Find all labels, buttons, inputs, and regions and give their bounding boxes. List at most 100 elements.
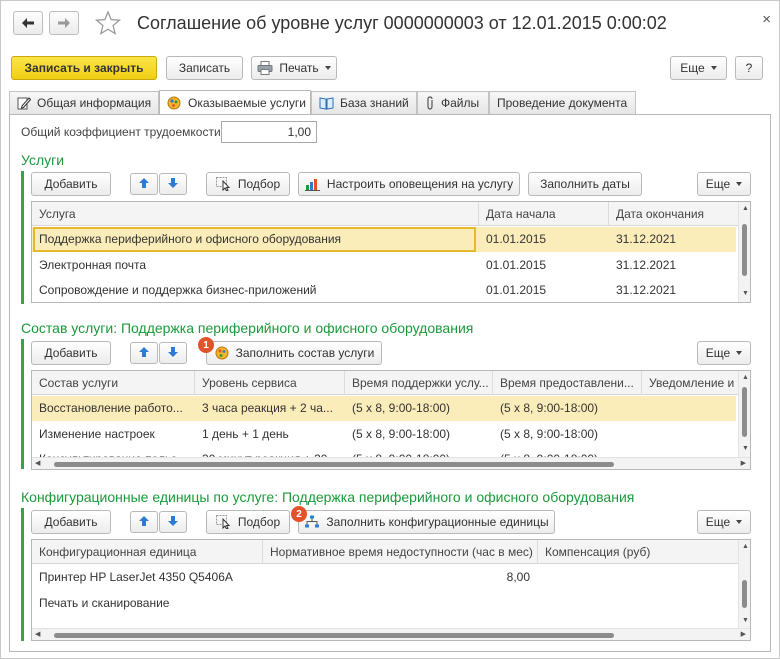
forward-button[interactable] bbox=[49, 11, 79, 35]
column-header[interactable]: Дата окончания bbox=[609, 202, 738, 226]
services-add-button[interactable]: Добавить bbox=[31, 172, 111, 196]
table-cell: Восстановление работо... bbox=[39, 401, 183, 415]
fill-ci-button[interactable]: Заполнить конфигурационные единицы bbox=[298, 510, 555, 534]
table-cell: 01.01.2015 bbox=[486, 283, 547, 297]
horizontal-scrollbar[interactable]: ◀ ▶ bbox=[32, 457, 750, 469]
tab-label: Файлы bbox=[441, 96, 480, 110]
composition-more-button[interactable]: Еще bbox=[697, 341, 751, 365]
scroll-up-icon[interactable]: ▲ bbox=[742, 205, 749, 213]
scroll-thumb[interactable] bbox=[54, 462, 614, 467]
table-cell bbox=[538, 565, 738, 590]
cursor-select-icon bbox=[215, 515, 232, 529]
arrow-right-icon bbox=[58, 18, 70, 28]
chevron-down-icon bbox=[736, 520, 743, 524]
more-button[interactable]: Еще bbox=[670, 56, 727, 80]
labor-coefficient-label: Общий коэффициент трудоемкости: bbox=[21, 125, 224, 139]
scroll-right-icon[interactable]: ▶ bbox=[741, 460, 746, 468]
services-pick-button[interactable]: Подбор bbox=[206, 172, 290, 196]
focused-cell-frame bbox=[33, 227, 476, 252]
ci-table: Конфигурационная единица Нормативное вре… bbox=[31, 539, 751, 641]
ci-more-button[interactable]: Еще bbox=[697, 510, 751, 534]
scroll-thumb[interactable] bbox=[742, 387, 747, 437]
scroll-down-icon[interactable]: ▼ bbox=[742, 617, 749, 625]
ci-add-button[interactable]: Добавить bbox=[31, 510, 111, 534]
print-label: Печать bbox=[279, 61, 319, 75]
ci-section-title: Конфигурационные единицы по услуге: Подд… bbox=[21, 489, 635, 505]
services-section-title: Услуги bbox=[21, 152, 65, 168]
star-icon[interactable] bbox=[94, 10, 122, 39]
table-row[interactable]: Печать и сканирование bbox=[32, 591, 736, 616]
fill-dates-button[interactable]: Заполнить даты bbox=[528, 172, 642, 196]
services-more-button[interactable]: Еще bbox=[697, 172, 751, 196]
setup-notifications-button[interactable]: Настроить оповещения на услугу bbox=[298, 172, 520, 196]
scroll-left-icon[interactable]: ◀ bbox=[35, 460, 40, 468]
scroll-thumb[interactable] bbox=[742, 580, 747, 608]
scroll-left-icon[interactable]: ◀ bbox=[35, 631, 40, 639]
table-cell: Печать и сканирование bbox=[39, 596, 170, 610]
table-cell: (5 x 8, 9:00-18:00) bbox=[352, 401, 451, 415]
column-header[interactable]: Услуга bbox=[32, 202, 479, 226]
table-row[interactable]: Сопровождение и поддержка бизнес-приложе… bbox=[32, 278, 736, 302]
close-icon[interactable]: × bbox=[762, 11, 771, 28]
fill-composition-label: Заполнить состав услуги bbox=[235, 346, 375, 360]
section-marker bbox=[21, 508, 24, 641]
fill-composition-button[interactable]: Заполнить состав услуги bbox=[206, 341, 382, 365]
composition-add-button[interactable]: Добавить bbox=[31, 341, 111, 365]
scroll-up-icon[interactable]: ▲ bbox=[742, 543, 749, 551]
scroll-down-icon[interactable]: ▼ bbox=[742, 445, 749, 453]
column-header[interactable]: Время предоставлени... bbox=[493, 371, 642, 395]
vertical-scrollbar[interactable]: ▲ ▼ bbox=[738, 540, 750, 628]
back-button[interactable] bbox=[13, 11, 43, 35]
more-label: Еще bbox=[705, 515, 731, 529]
section-marker bbox=[21, 339, 24, 469]
save-and-close-button[interactable]: Записать и закрыть bbox=[11, 56, 157, 80]
move-up-button[interactable] bbox=[130, 173, 158, 195]
help-button[interactable]: ? bbox=[735, 56, 763, 80]
column-header[interactable]: Компенсация (руб) bbox=[538, 540, 738, 564]
column-header[interactable]: Состав услуги bbox=[32, 371, 195, 395]
table-row[interactable]: Электронная почта 01.01.2015 31.12.2021 bbox=[32, 253, 736, 278]
tab-knowledge-base[interactable]: База знаний bbox=[311, 91, 417, 114]
table-row[interactable]: Восстановление работо... 3 часа реакция … bbox=[32, 396, 736, 421]
print-button[interactable]: Печать bbox=[251, 56, 337, 80]
column-header[interactable]: Уведомление и bbox=[642, 371, 738, 395]
step-badge: 2 bbox=[291, 506, 307, 522]
scroll-thumb[interactable] bbox=[742, 224, 747, 276]
tab-files[interactable]: Файлы bbox=[417, 91, 489, 114]
chart-bell-icon bbox=[304, 177, 321, 191]
move-down-button[interactable] bbox=[159, 173, 187, 195]
tab-posting[interactable]: Проведение документа bbox=[489, 91, 636, 114]
column-header[interactable]: Уровень сервиса bbox=[195, 371, 345, 395]
hierarchy-fill-icon bbox=[304, 515, 320, 529]
move-up-button[interactable] bbox=[130, 342, 158, 364]
arrow-up-icon bbox=[138, 177, 150, 192]
scroll-down-icon[interactable]: ▼ bbox=[742, 290, 749, 298]
scroll-right-icon[interactable]: ▶ bbox=[741, 631, 746, 639]
move-down-button[interactable] bbox=[159, 511, 187, 533]
column-header[interactable]: Конфигурационная единица bbox=[32, 540, 263, 564]
horizontal-scrollbar[interactable]: ◀ ▶ bbox=[32, 628, 750, 640]
scroll-up-icon[interactable]: ▲ bbox=[742, 374, 749, 382]
tab-services[interactable]: Оказываемые услуги bbox=[159, 90, 311, 114]
vertical-scrollbar[interactable]: ▲ ▼ bbox=[738, 202, 750, 302]
tab-general[interactable]: Общая информация bbox=[9, 91, 159, 114]
services-table: Услуга Дата начала Дата окончания Поддер… bbox=[31, 201, 751, 303]
chevron-down-icon bbox=[736, 351, 743, 355]
more-label: Еще bbox=[680, 61, 705, 75]
vertical-scrollbar[interactable]: ▲ ▼ bbox=[738, 371, 750, 457]
ci-pick-button[interactable]: Подбор bbox=[206, 510, 290, 534]
table-cell bbox=[263, 591, 538, 616]
table-row[interactable]: Принтер HP LaserJet 4350 Q5406A 8,00 bbox=[32, 565, 736, 590]
move-up-button[interactable] bbox=[130, 511, 158, 533]
labor-coefficient-field[interactable]: 1,00 bbox=[221, 121, 317, 143]
column-header[interactable]: Время поддержки услу... bbox=[345, 371, 493, 395]
column-header[interactable]: Дата начала bbox=[479, 202, 609, 226]
table-header: Услуга Дата начала Дата окончания bbox=[32, 202, 750, 226]
table-row[interactable]: Изменение настроек 1 день + 1 день (5 x … bbox=[32, 422, 736, 447]
move-down-button[interactable] bbox=[159, 342, 187, 364]
arrow-down-icon bbox=[167, 177, 179, 192]
column-header[interactable]: Нормативное время недоступности (час в м… bbox=[263, 540, 538, 564]
chevron-down-icon bbox=[710, 66, 717, 70]
save-button[interactable]: Записать bbox=[166, 56, 243, 80]
scroll-thumb[interactable] bbox=[54, 633, 614, 638]
